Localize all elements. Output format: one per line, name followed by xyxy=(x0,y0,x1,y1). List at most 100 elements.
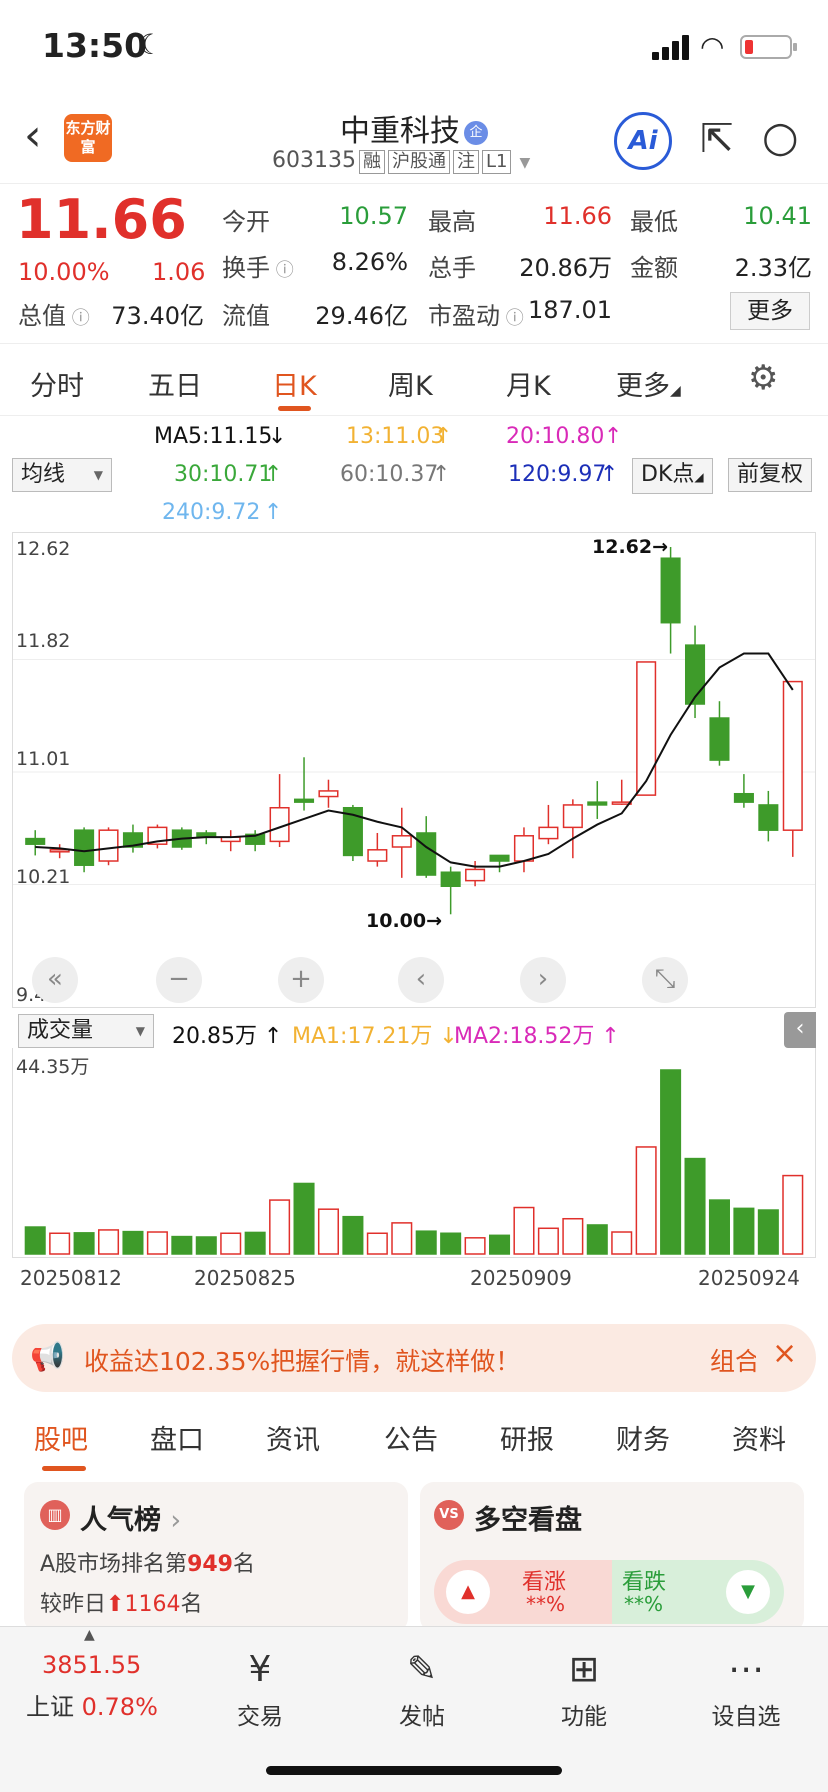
low-value: 10.41 xyxy=(743,202,812,230)
tab-profile[interactable]: 资料 xyxy=(732,1418,786,1457)
volume-ma2-label: MA2:18.52万 ↑ xyxy=(454,1024,620,1049)
tag-registered: 注 xyxy=(452,150,479,174)
tab-intraday[interactable]: 分时 xyxy=(30,364,84,403)
volume-bar xyxy=(366,1232,388,1255)
tab-research[interactable]: 研报 xyxy=(500,1418,554,1457)
expand-icon[interactable]: ⤡ xyxy=(642,957,688,1003)
tab-finance[interactable]: 财务 xyxy=(616,1418,670,1457)
volume-svg xyxy=(24,1069,804,1255)
moon-icon: ☾ xyxy=(138,28,164,61)
volume-indicator-select[interactable]: 成交量 ▼ xyxy=(18,1014,154,1048)
tab-news[interactable]: 资讯 xyxy=(266,1418,320,1457)
volume-bar xyxy=(269,1199,291,1255)
search-icon[interactable]: ○ xyxy=(762,112,799,161)
bull-bear-card[interactable]: VS 多空看盘 ▲ 看涨 **% 看跌 **% ▼ xyxy=(420,1482,804,1632)
bearish-button[interactable]: 看跌 **% ▼ xyxy=(612,1560,784,1624)
zoom-out-icon[interactable]: − xyxy=(156,957,202,1003)
indicator-select[interactable]: 均线 ▼ xyxy=(12,458,112,492)
collapse-panel-icon[interactable]: ‹ xyxy=(784,1012,816,1048)
volume-bar xyxy=(49,1232,71,1255)
tab-orderbook[interactable]: 盘口 xyxy=(150,1418,204,1457)
volume-bar xyxy=(586,1224,608,1255)
candle xyxy=(660,557,681,624)
ma60-arrow-up-icon: ↑ xyxy=(432,462,451,487)
rank-text: A股市场排名第949名 xyxy=(40,1552,256,1577)
price-axis-2: 11.82 xyxy=(16,630,71,652)
pe-value: 187.01 xyxy=(528,296,612,324)
candle xyxy=(440,871,461,888)
close-icon[interactable]: × xyxy=(772,1336,797,1371)
volume-bar xyxy=(611,1231,633,1255)
ma20-label: 20:10.80 xyxy=(506,424,605,449)
volume-bar xyxy=(98,1229,120,1255)
volume-bar xyxy=(635,1146,657,1255)
stock-code: 603135 xyxy=(272,148,356,173)
candle xyxy=(293,798,315,803)
volume-bar xyxy=(122,1230,144,1255)
volume-bar xyxy=(415,1230,437,1255)
kline-chart[interactable] xyxy=(12,532,816,1008)
adjust-select[interactable]: 前复权 xyxy=(728,458,813,492)
nav-trade[interactable]: ¥ 交易 xyxy=(210,1649,310,1731)
zoom-in-icon[interactable]: + xyxy=(278,957,324,1003)
banner-right-text: 组合 xyxy=(710,1347,756,1376)
candle xyxy=(636,661,657,796)
price-axis-4: 10.21 xyxy=(16,866,71,888)
volume-bar xyxy=(24,1226,46,1255)
volume-bar xyxy=(293,1182,315,1255)
battery-icon xyxy=(740,35,797,59)
chart-bar-icon: ▥ xyxy=(40,1500,70,1530)
scroll-left-icon[interactable]: « xyxy=(32,957,78,1003)
volume-value: 20.86万 xyxy=(519,254,612,282)
popularity-title: 人气榜 › xyxy=(80,1505,182,1536)
volume-label: 总手 xyxy=(428,254,476,282)
tab-announcements[interactable]: 公告 xyxy=(384,1418,438,1457)
candle xyxy=(538,826,559,840)
status-time: 13:50 xyxy=(42,26,148,65)
status-bar: 13:50 ☾ ◠ xyxy=(0,0,828,92)
volume-bar xyxy=(317,1208,339,1255)
volume-bar xyxy=(342,1215,364,1255)
ma20-arrow-up-icon: ↑ xyxy=(604,424,623,449)
settings-gear-icon[interactable]: ⚙ xyxy=(748,358,778,398)
change-amount: 1.06 xyxy=(152,258,206,286)
edit-icon: ✎ xyxy=(406,1649,438,1690)
index-value[interactable]: 3851.55 xyxy=(42,1651,141,1679)
volume-bar xyxy=(537,1227,559,1255)
index-row[interactable]: 上证 0.78% xyxy=(26,1687,158,1722)
high-value: 11.66 xyxy=(543,202,612,230)
nav-functions[interactable]: ⊞ 功能 xyxy=(534,1649,634,1731)
kline-svg xyxy=(13,547,815,915)
candle xyxy=(367,849,388,862)
tab-more[interactable]: 更多◢ xyxy=(616,364,681,403)
stock-code-row[interactable]: 603135 融沪股通注 L1 ▼ xyxy=(272,148,530,174)
share-icon[interactable]: ⇱ xyxy=(700,116,734,162)
amount-label: 金额 xyxy=(630,254,678,282)
nav-add-watchlist[interactable]: ⋯ 设自选 xyxy=(696,1649,796,1731)
enterprise-badge: 企 xyxy=(464,120,488,145)
period-tabs: 分时 五日 日K 周K 月K 更多◢ ⚙ xyxy=(0,344,828,416)
step-right-icon[interactable]: › xyxy=(520,957,566,1003)
step-left-icon[interactable]: ‹ xyxy=(398,957,444,1003)
more-button[interactable]: 更多 xyxy=(730,292,810,330)
popularity-card[interactable]: ▥ 人气榜 › A股市场排名第949名 较昨日⬆1164名 xyxy=(24,1482,408,1632)
tab-forum[interactable]: 股吧 xyxy=(34,1418,88,1471)
quote-panel: 11.66 10.00% 1.06 今开 10.57 最高 11.66 最低 1… xyxy=(0,184,828,344)
nav-post[interactable]: ✎ 发帖 xyxy=(372,1649,472,1731)
tab-daily-k[interactable]: 日K xyxy=(272,364,317,411)
tab-five-day[interactable]: 五日 xyxy=(148,364,202,403)
dk-point-button[interactable]: DK点◢ xyxy=(632,458,713,494)
promo-banner[interactable]: 📢 收益达102.35%把握行情，就这样做！ 组合 × xyxy=(12,1324,816,1392)
ai-icon[interactable]: Ai xyxy=(614,112,672,170)
turnover-label: 换手 ⓘ xyxy=(222,254,294,282)
vs-icon: VS xyxy=(434,1500,464,1530)
tab-monthly-k[interactable]: 月K xyxy=(506,364,551,403)
ma5-label: MA5:11.15 xyxy=(154,424,273,449)
content-tabs: 股吧 盘口 资讯 公告 研报 财务 资料 xyxy=(0,1400,828,1478)
bullish-button[interactable]: ▲ 看涨 **% xyxy=(434,1560,612,1624)
price-axis-top: 12.62 xyxy=(16,538,71,560)
tab-weekly-k[interactable]: 周K xyxy=(388,364,433,403)
dropdown-icon: ▼ xyxy=(519,155,531,171)
bullish-pct: **% xyxy=(526,1592,566,1616)
ma5-arrow-down-icon: ↓ xyxy=(268,424,287,449)
